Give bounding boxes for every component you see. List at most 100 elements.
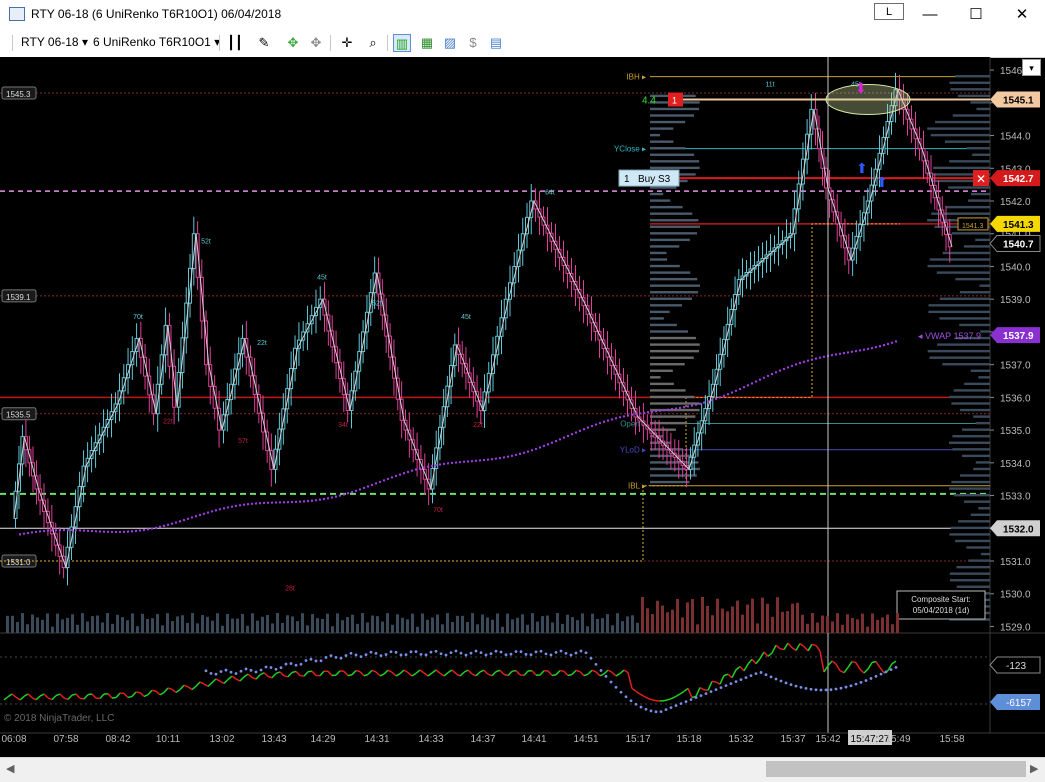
cvd-segment bbox=[732, 670, 736, 678]
cvd-dot bbox=[290, 662, 293, 665]
volume-profile-bar bbox=[930, 258, 990, 260]
cvd-dot bbox=[750, 674, 753, 677]
vwap-dot bbox=[103, 530, 105, 532]
vwap-dot bbox=[707, 400, 709, 402]
cvd-dot bbox=[460, 652, 463, 655]
volume-bar bbox=[161, 625, 164, 633]
vwap-dot bbox=[499, 457, 501, 459]
cvd-segment bbox=[172, 689, 176, 692]
cvd-dot bbox=[450, 651, 453, 654]
cvd-segment bbox=[424, 673, 428, 676]
properties-icon[interactable]: ▤ bbox=[487, 34, 505, 52]
vwap-dot bbox=[27, 532, 29, 534]
scroll-right-icon[interactable]: ▶ bbox=[1030, 762, 1038, 775]
cvd-segment bbox=[412, 673, 416, 676]
cvd-dot bbox=[625, 695, 628, 698]
price-chart[interactable]: 1545.31539.11535.51531.0IBH ▸YClose ▸Ope… bbox=[0, 57, 1045, 757]
instrument-selector[interactable]: RTY 06-18 ▾ bbox=[21, 35, 88, 49]
chart-area[interactable]: 1545.31539.11535.51531.0IBH ▸YClose ▸Ope… bbox=[0, 57, 1045, 757]
clear-drawings-icon[interactable]: ✥ bbox=[307, 34, 325, 52]
price-marker-label: 1542.7 bbox=[1003, 174, 1034, 185]
horizontal-scrollbar[interactable]: ◀ ▶ bbox=[0, 757, 1045, 782]
vwap-dot bbox=[67, 529, 69, 531]
volume-bar bbox=[866, 627, 869, 633]
volume-bar bbox=[146, 619, 149, 633]
volume-bar bbox=[681, 617, 684, 633]
vwap-dot bbox=[419, 467, 421, 469]
cvd-dot bbox=[735, 680, 738, 683]
chart-menu-dropdown[interactable]: ▾ bbox=[1022, 59, 1041, 76]
vwap-dot bbox=[751, 382, 753, 384]
volume-bar bbox=[226, 614, 229, 633]
volume-bar bbox=[421, 613, 424, 633]
volume-bar bbox=[136, 626, 139, 633]
vwap-dot bbox=[507, 455, 509, 457]
crosshair-icon[interactable]: ✛ bbox=[338, 34, 356, 52]
cvd-dot bbox=[700, 694, 703, 697]
volume-bar bbox=[191, 613, 194, 633]
scroll-left-icon[interactable]: ◀ bbox=[6, 762, 14, 775]
cvd-dot bbox=[590, 657, 593, 660]
volume-bar bbox=[406, 619, 409, 633]
link-button[interactable]: L bbox=[874, 3, 904, 20]
price-marker-label: 1541.3 bbox=[1003, 220, 1034, 231]
cvd-segment bbox=[4, 697, 8, 700]
strategies-icon[interactable]: ▨ bbox=[441, 34, 459, 52]
bar-type-selector[interactable]: 6 UniRenko T6R10O1 ▾ bbox=[93, 35, 220, 49]
volume-profile-bar bbox=[931, 134, 990, 136]
bar-style-icon[interactable]: ┃┃ bbox=[226, 34, 244, 52]
drawing-tools-icon[interactable]: ✥ bbox=[284, 34, 302, 52]
money-icon[interactable]: $ bbox=[464, 34, 482, 52]
chart-trader-icon[interactable]: ▥ bbox=[393, 34, 411, 52]
cvd-dot bbox=[390, 650, 393, 653]
cvd-dot bbox=[780, 680, 783, 683]
cvd-dot bbox=[505, 653, 508, 656]
cvd-segment bbox=[28, 694, 32, 698]
volume-profile-bar bbox=[953, 114, 990, 116]
volume-bar bbox=[736, 601, 739, 633]
volume-bar bbox=[676, 599, 679, 633]
volume-bar bbox=[281, 623, 284, 633]
vwap-dot bbox=[167, 524, 169, 526]
zoom-icon[interactable]: ⌕ bbox=[364, 34, 382, 52]
minimize-button[interactable]: — bbox=[907, 0, 953, 30]
cvd-dot bbox=[285, 663, 288, 666]
vwap-dot bbox=[883, 344, 885, 346]
close-button[interactable]: ✕ bbox=[999, 0, 1045, 30]
volume-bar bbox=[311, 614, 314, 633]
session-profile-bar bbox=[650, 330, 688, 332]
volume-profile-bar bbox=[933, 167, 990, 169]
cvd-segment bbox=[304, 672, 308, 676]
cvd-dot bbox=[205, 669, 208, 672]
session-profile-bar bbox=[650, 343, 700, 345]
indicators-icon[interactable]: ▦ bbox=[418, 34, 436, 52]
vwap-dot bbox=[803, 361, 805, 363]
session-profile-bar bbox=[650, 226, 700, 228]
vwap-dot bbox=[547, 443, 549, 445]
volume-bar bbox=[641, 597, 644, 633]
cvd-dot bbox=[500, 651, 503, 654]
cvd-dot bbox=[295, 664, 298, 667]
vwap-dot bbox=[347, 492, 349, 494]
cvd-dot bbox=[545, 652, 548, 655]
cvd-dot bbox=[795, 685, 798, 688]
cvd-segment bbox=[860, 669, 864, 673]
cvd-dot bbox=[765, 673, 768, 676]
session-profile-bar bbox=[650, 298, 692, 300]
pencil-draw-icon[interactable]: ✎ bbox=[255, 34, 273, 52]
vwap-dot bbox=[463, 461, 465, 463]
volume-bar bbox=[801, 615, 804, 633]
volume-bar bbox=[441, 624, 444, 633]
cvd-dot bbox=[360, 655, 363, 658]
session-profile-bar bbox=[650, 154, 694, 156]
cvd-segment bbox=[720, 675, 724, 684]
cvd-dot bbox=[605, 675, 608, 678]
cvd-segment bbox=[164, 688, 168, 693]
cvd-dot bbox=[530, 653, 533, 656]
scrollbar-thumb[interactable] bbox=[766, 761, 1026, 777]
cvd-segment bbox=[36, 696, 40, 700]
maximize-button[interactable]: ☐ bbox=[953, 0, 999, 30]
cvd-dot bbox=[280, 666, 283, 669]
volume-bar bbox=[151, 618, 154, 633]
cvd-segment bbox=[8, 694, 12, 697]
